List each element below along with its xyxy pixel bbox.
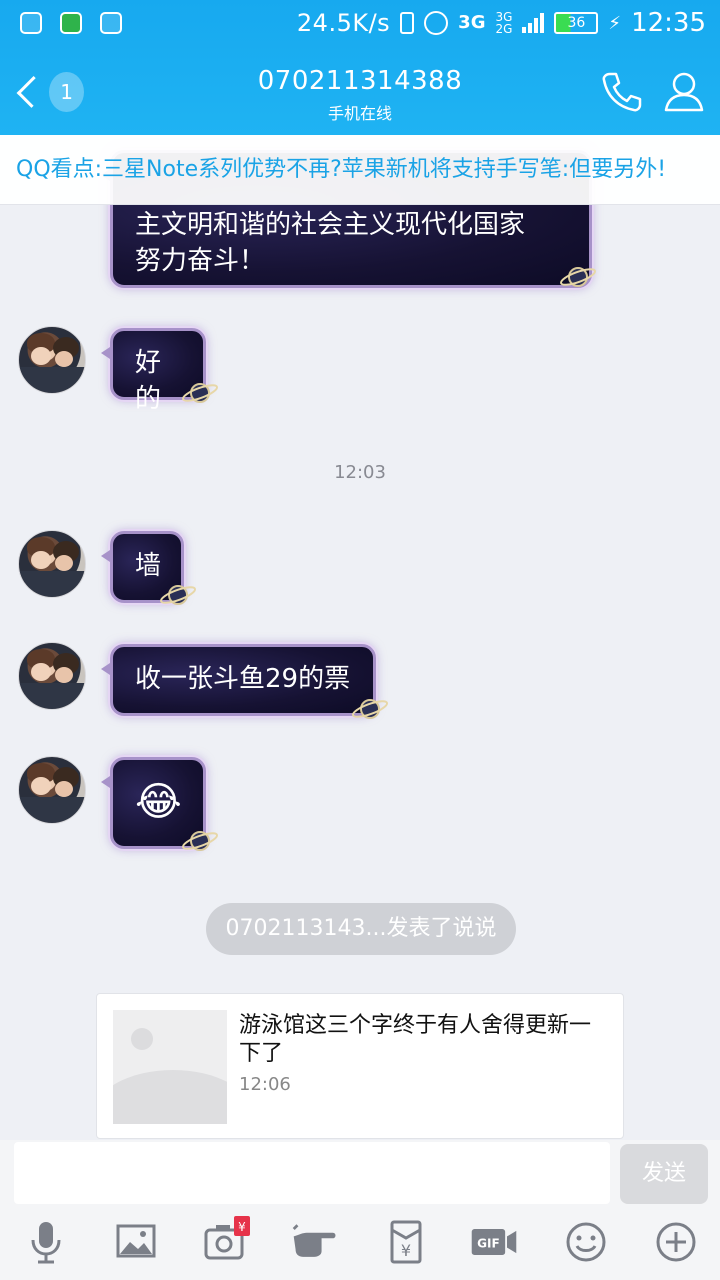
timestamp: 12:03 (334, 462, 386, 483)
message-text: 收一张斗鱼29的票 (135, 664, 351, 694)
network-type-secondary: 3G 2G (495, 11, 512, 35)
top-bar: 24.5K/s 3G 3G 2G 36 ⚡ 12:35 1 0702113143… (0, 0, 720, 135)
bubble-planet-decoration (559, 267, 597, 287)
avatar[interactable] (18, 642, 86, 710)
avatar[interactable] (18, 326, 86, 394)
svg-text:¥: ¥ (401, 1241, 411, 1260)
send-button[interactable]: 发送 (620, 1144, 708, 1204)
network-type-bottom: 2G (495, 22, 513, 36)
phone-icon[interactable] (598, 68, 646, 116)
shield-app-icon (20, 12, 42, 34)
feed-thumbnail-placeholder (113, 1010, 227, 1124)
bubble-planet-decoration (159, 585, 197, 605)
alarm-icon (424, 11, 449, 35)
battery-level: 36 (567, 15, 586, 31)
svg-text:GIF: GIF (477, 1237, 500, 1251)
message-emoji: 😂 (135, 779, 182, 825)
network-speed: 24.5K/s (296, 9, 391, 37)
image-icon[interactable] (110, 1216, 162, 1268)
bubble-planet-decoration (181, 831, 219, 851)
input-area: 发送 ¥ ¥ GIF (0, 1140, 720, 1280)
svg-text:¥: ¥ (238, 1220, 246, 1234)
avatar[interactable] (18, 756, 86, 824)
input-toolbar: ¥ ¥ GIF (0, 1216, 720, 1280)
camera-icon[interactable]: ¥ (200, 1216, 252, 1268)
avatar[interactable] (18, 530, 86, 598)
news-banner[interactable]: QQ看点:三星Note系列优势不再?苹果新机将支持手写笔:但要另外! (0, 135, 720, 205)
profile-icon[interactable] (660, 68, 708, 116)
wechat-app-icon (60, 12, 82, 34)
message-text: 主文明和谐的社会主义现代化国家 努力奋斗！ (135, 210, 526, 276)
plus-icon[interactable] (650, 1216, 702, 1268)
battery-icon: 36 (554, 12, 599, 34)
microphone-icon[interactable] (20, 1216, 72, 1268)
signal-icon (522, 13, 545, 33)
emoji-icon[interactable] (560, 1216, 612, 1268)
status-bar: 24.5K/s 3G 3G 2G 36 ⚡ 12:35 (0, 0, 720, 50)
chat-header: 1 070211314388 手机在线 (0, 50, 720, 135)
bubble-planet-decoration (351, 699, 389, 719)
message-input[interactable] (14, 1142, 610, 1204)
feed-card[interactable]: 游泳馆这三个字终于有人舍得更新一下了 12:06 (96, 993, 624, 1139)
bubble-planet-decoration (181, 383, 219, 403)
red-packet-icon[interactable]: ¥ (380, 1216, 432, 1268)
feed-card-time: 12:06 (239, 1074, 291, 1095)
feed-notification-pill[interactable]: 0702113143...发表了说说 (206, 903, 516, 955)
message-bubble[interactable]: 收一张斗鱼29的票 (101, 644, 376, 716)
gif-icon[interactable]: GIF (468, 1216, 524, 1268)
message-text: 墙 (135, 551, 162, 581)
vibrate-icon (400, 12, 415, 34)
status-time: 12:35 (631, 8, 706, 38)
poke-icon[interactable] (290, 1216, 346, 1268)
message-text: 好的 (135, 348, 162, 414)
charging-icon: ⚡ (608, 12, 622, 34)
notification-app-icon (100, 12, 122, 34)
feed-card-text: 游泳馆这三个字终于有人舍得更新一下了 (239, 1013, 592, 1066)
network-type: 3G (458, 12, 486, 33)
